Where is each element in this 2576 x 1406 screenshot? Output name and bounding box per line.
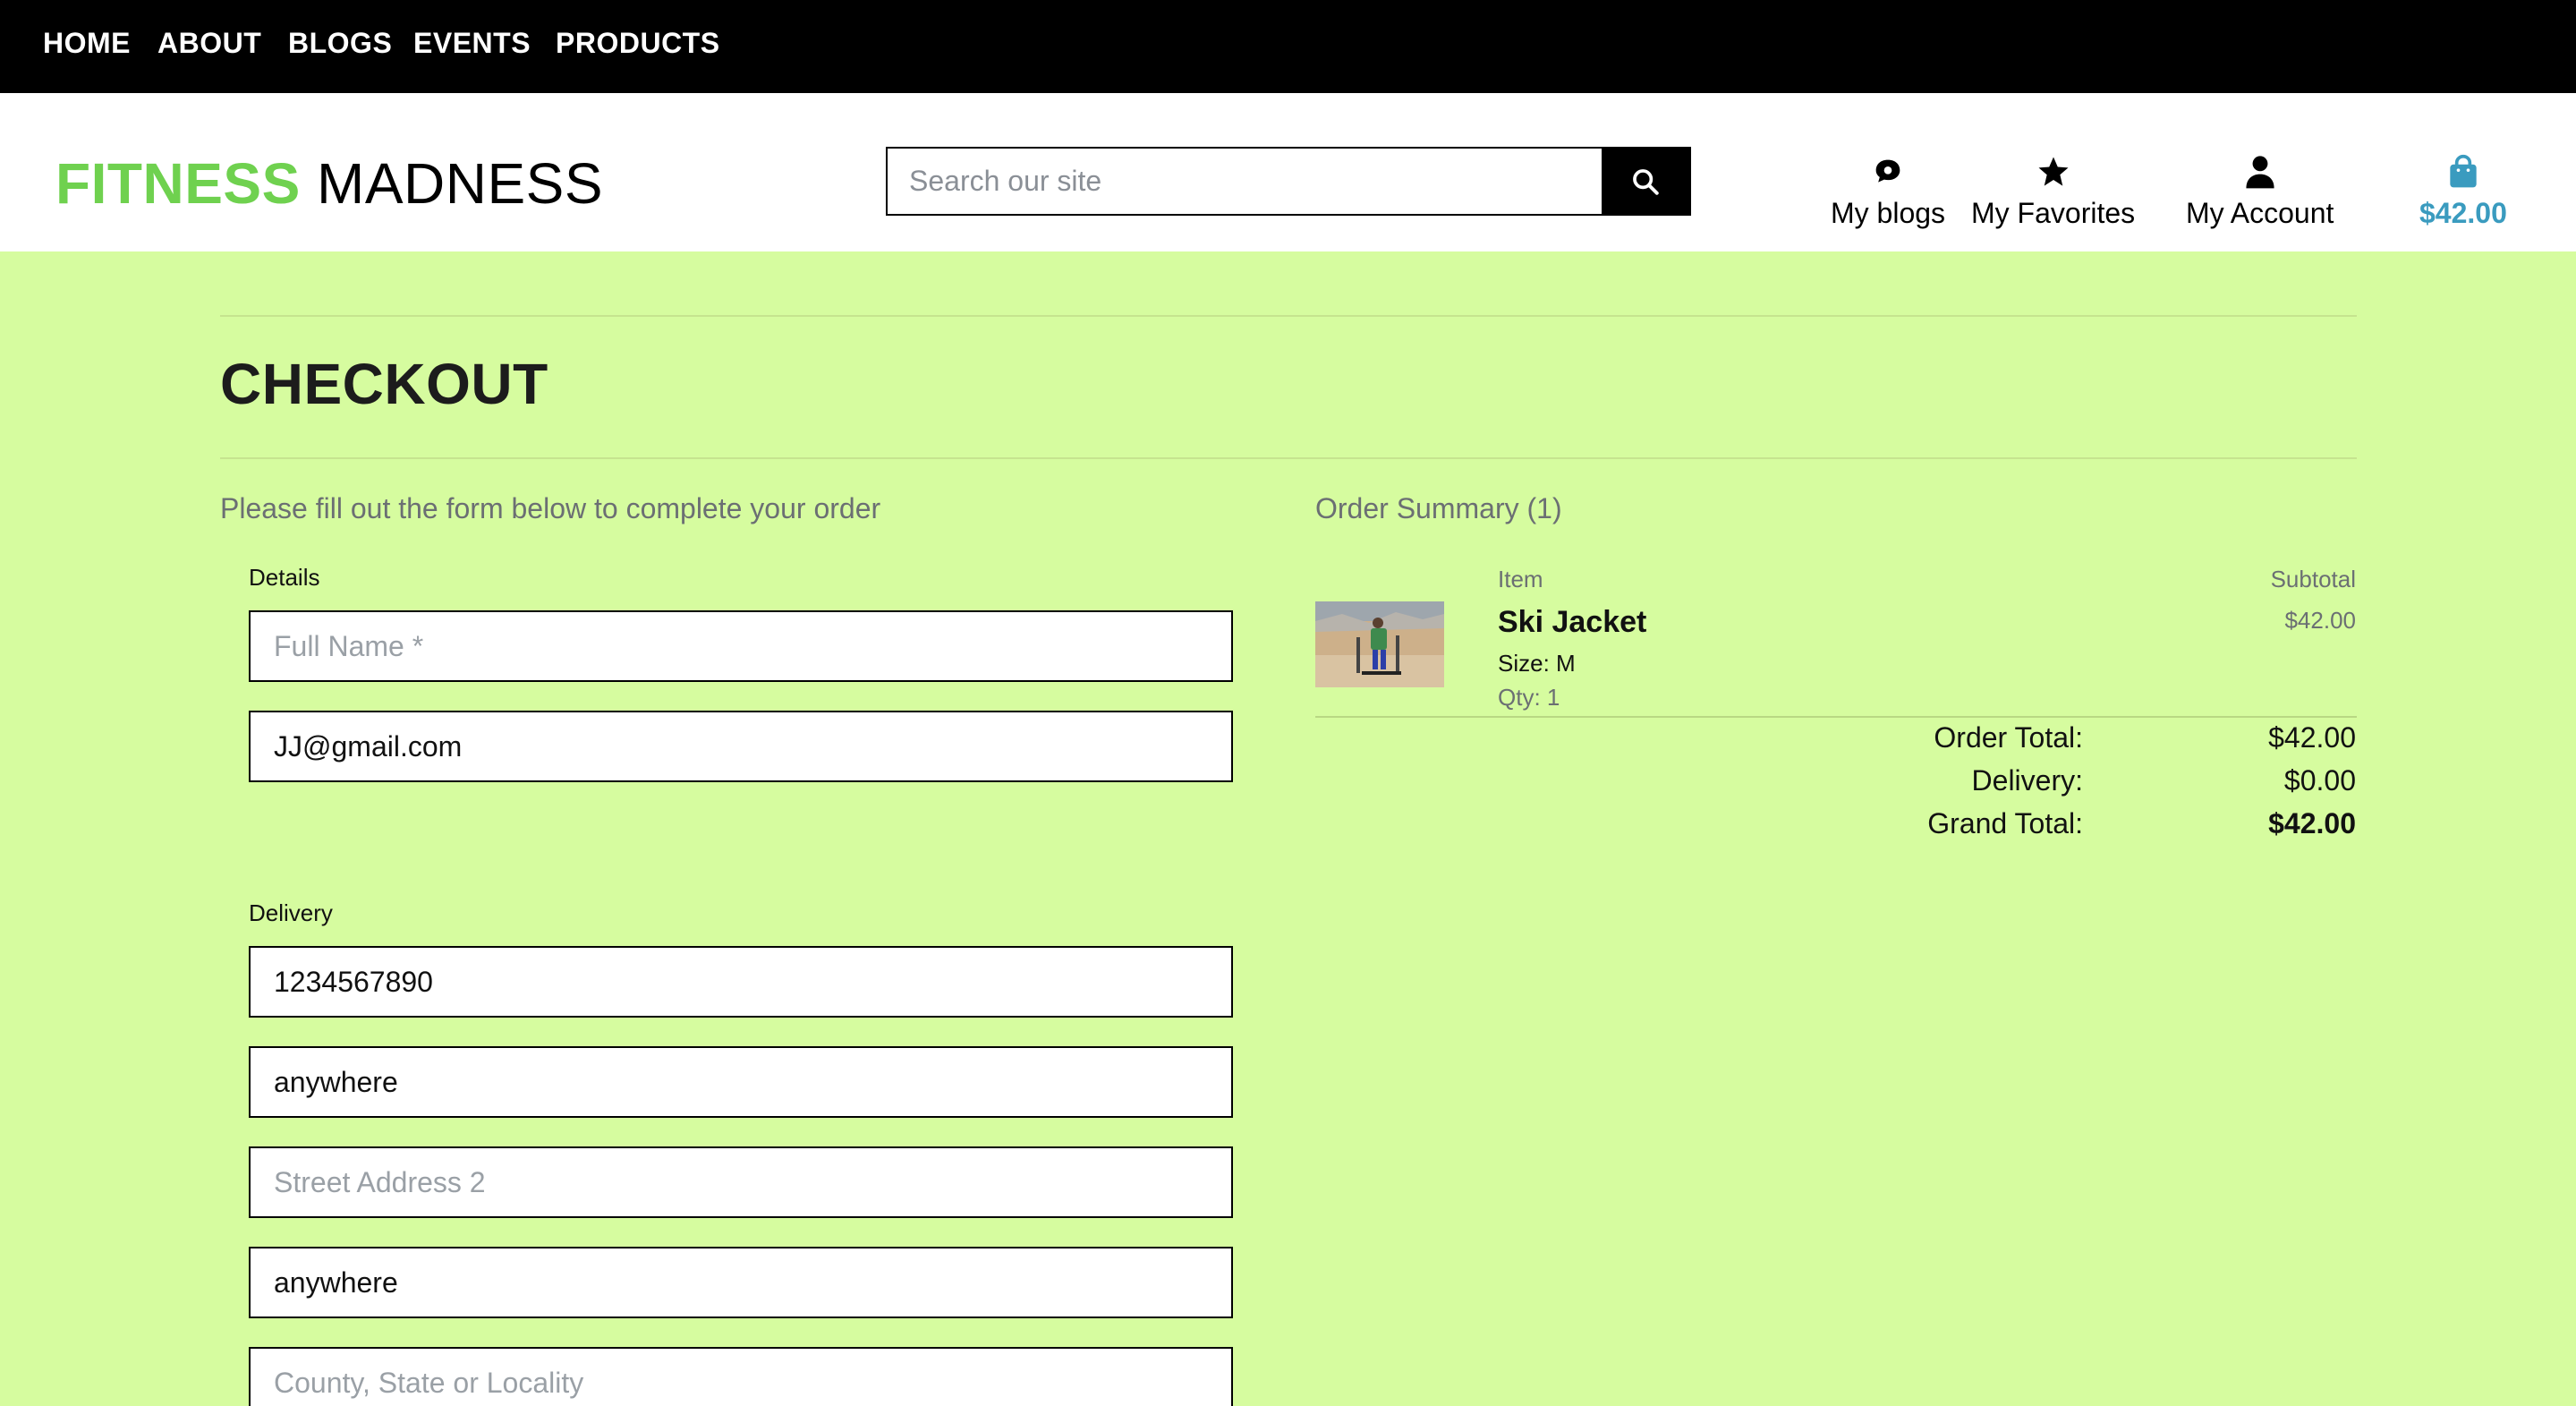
details-label: Details (249, 564, 320, 591)
summary-divider (1315, 716, 2357, 718)
product-qty: Qty: 1 (1498, 684, 1560, 711)
logo-madness: MADNESS (317, 151, 604, 216)
my-account-link[interactable]: My Account (2186, 150, 2334, 230)
shopping-bag-icon (2450, 154, 2477, 188)
order-total-label: Order Total: (1934, 721, 2083, 754)
star-icon (2038, 157, 2069, 186)
site-header: FITNESS MADNESS My blogs My Favorites My… (0, 93, 2576, 251)
search-icon (1633, 168, 1659, 195)
my-account-label: My Account (2186, 197, 2334, 229)
my-blogs-label: My blogs (1831, 197, 1946, 229)
form-intro-text: Please fill out the form below to comple… (220, 492, 881, 524)
delivery-cost-label: Delivery: (1971, 764, 2083, 797)
grand-total-value: $42.00 (2268, 807, 2356, 839)
town-field[interactable] (249, 1247, 1233, 1318)
my-favorites-label: My Favorites (1971, 197, 2136, 229)
street-address-1-field[interactable] (249, 1046, 1233, 1118)
delivery-label: Delivery (249, 899, 333, 926)
logo-fitness: FITNESS (55, 151, 301, 216)
search-button[interactable] (1602, 149, 1689, 214)
my-favorites-link[interactable]: My Favorites (1971, 150, 2135, 230)
nav-about-link[interactable]: ABOUT (157, 27, 261, 60)
my-blogs-link[interactable]: My blogs (1831, 150, 1945, 230)
nav-events-link[interactable]: EVENTS (413, 27, 531, 60)
cart-link[interactable]: $42.00 (2419, 150, 2507, 230)
order-total-value: $42.00 (2268, 721, 2356, 754)
user-icon (2246, 156, 2274, 189)
nav-blogs-link[interactable]: BLOGS (288, 27, 392, 60)
grand-total-label: Grand Total: (1927, 807, 2083, 839)
site-logo[interactable]: FITNESS MADNESS (55, 149, 603, 218)
ski-jacket-image (1315, 601, 1444, 687)
product-size: Size: M (1498, 650, 1576, 677)
search-box (886, 147, 1691, 216)
order-summary-title: Order Summary (1) (1315, 492, 1562, 524)
search-input[interactable] (888, 149, 1603, 214)
page-title: CHECKOUT (220, 352, 548, 416)
product-thumbnail[interactable] (1315, 601, 1444, 687)
phone-field[interactable] (249, 946, 1233, 1018)
chat-bubble-icon (1875, 159, 1900, 183)
nav-products-link[interactable]: PRODUCTS (556, 27, 720, 60)
delivery-cost-value: $0.00 (2283, 764, 2356, 797)
divider-under-title (220, 457, 2357, 459)
divider-top (220, 315, 2357, 317)
county-field[interactable] (249, 1347, 1233, 1406)
subtotal-column-header: Subtotal (2270, 566, 2356, 592)
street-address-2-field[interactable] (249, 1146, 1233, 1218)
cart-total: $42.00 (2419, 197, 2507, 229)
email-field[interactable] (249, 711, 1233, 782)
top-nav: HOME ABOUT BLOGS EVENTS PRODUCTS (0, 0, 2576, 93)
nav-home-link[interactable]: HOME (43, 27, 131, 60)
product-name: Ski Jacket (1498, 605, 1647, 639)
full-name-field[interactable] (249, 610, 1233, 682)
product-subtotal: $42.00 (2284, 607, 2356, 634)
item-column-header: Item (1498, 566, 1543, 592)
